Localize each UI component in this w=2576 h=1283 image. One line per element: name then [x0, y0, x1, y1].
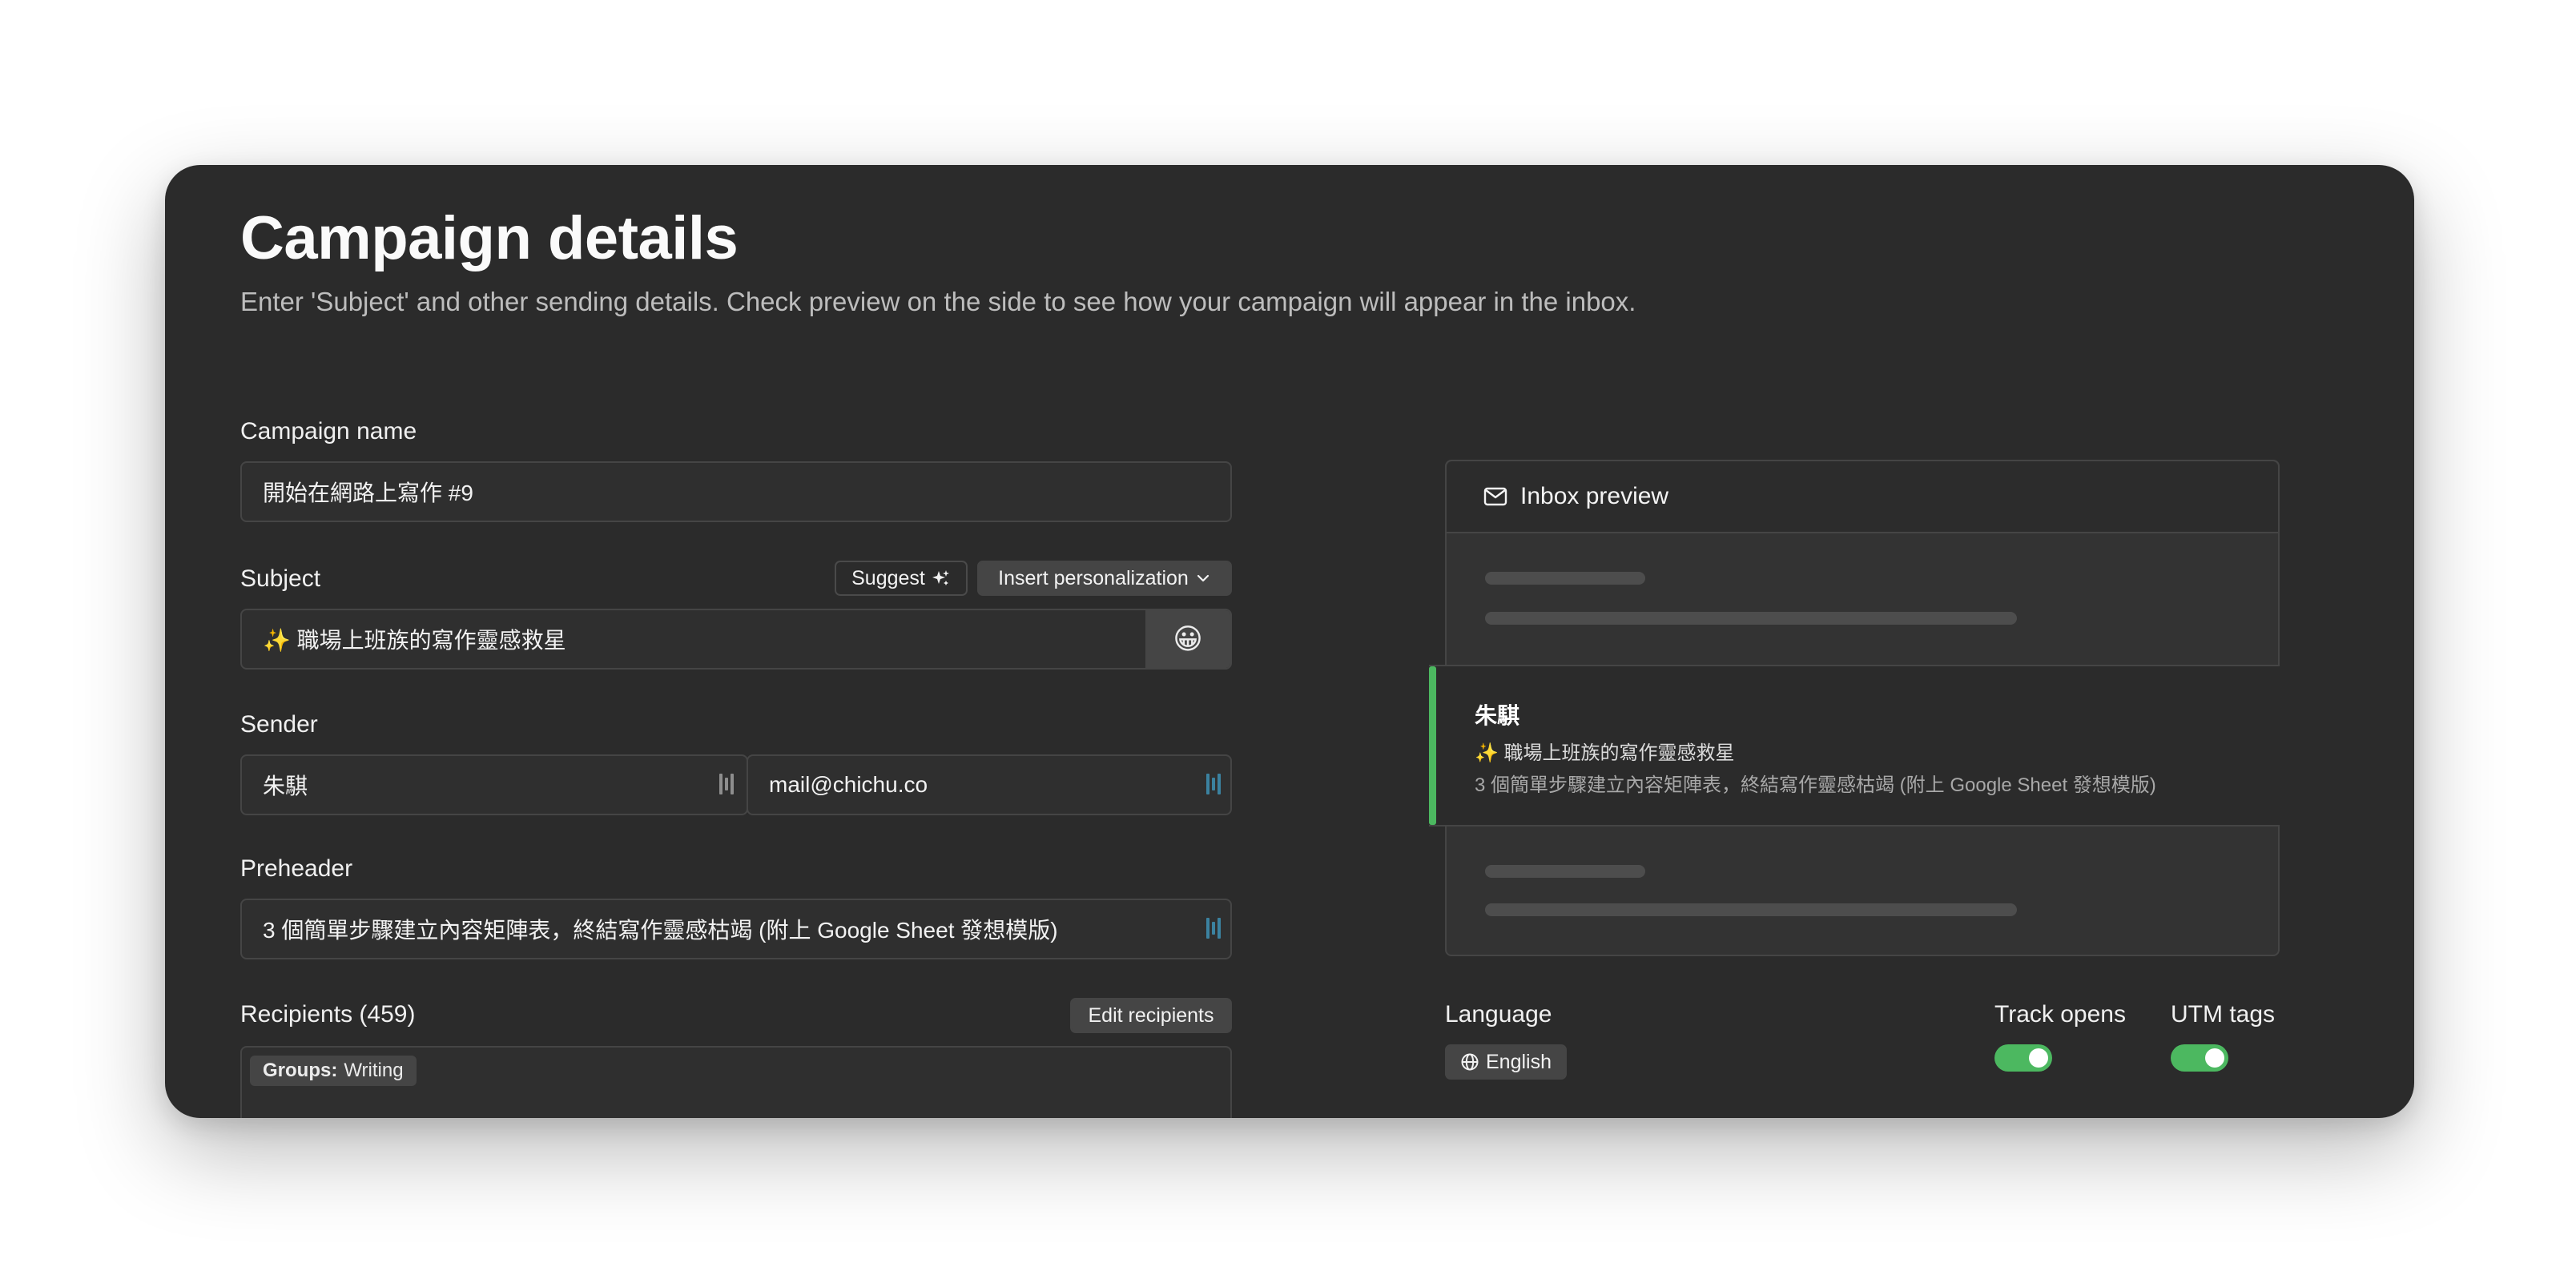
suggest-label: Suggest: [851, 566, 925, 589]
placeholder-mail: [1447, 827, 2278, 958]
subject-label: Subject: [240, 565, 321, 592]
campaign-name-value: 開始在網路上寫作 #9: [263, 481, 473, 505]
edit-recipients-button[interactable]: Edit recipients: [1070, 998, 1232, 1033]
emoji-picker-button[interactable]: 😀: [1145, 610, 1230, 668]
subject-value: ✨ 職場上班族的寫作靈感救星: [263, 628, 566, 653]
selected-accent: [1429, 666, 1436, 825]
edit-recipients-label: Edit recipients: [1088, 1003, 1214, 1027]
sparkle-icon: [932, 570, 949, 585]
page-subtitle: Enter 'Subject' and other sending detail…: [240, 287, 1636, 316]
language-label: Language: [1445, 1001, 1552, 1028]
recipients-box[interactable]: Groups: Writing: [240, 1046, 1232, 1118]
placeholder-bar: [1485, 865, 1645, 878]
utm-tags-toggle[interactable]: [2171, 1044, 2228, 1072]
suggest-button[interactable]: Suggest: [835, 561, 968, 596]
mail-icon: [1483, 487, 1507, 506]
recipient-group-tag[interactable]: Groups: Writing: [250, 1056, 417, 1086]
campaign-name-label: Campaign name: [240, 418, 417, 444]
campaign-details-card: Campaign details Enter 'Subject' and oth…: [165, 165, 2414, 1118]
utm-tags-label: UTM tags: [2171, 1001, 2276, 1028]
sender-name-input[interactable]: 朱騏: [240, 754, 748, 815]
group-value: Writing: [344, 1060, 404, 1081]
sender-email-input[interactable]: mail@chichu.co: [747, 754, 1232, 815]
page-title: Campaign details: [240, 204, 739, 272]
sender-email-value: mail@chichu.co: [769, 772, 928, 797]
inbox-preview: Inbox preview 朱騏 ✨ 職場上班族的寫作靈感救星 3 個簡單步驟建…: [1429, 460, 2280, 958]
sender-name-value: 朱騏: [263, 774, 308, 798]
inbox-preview-header: Inbox preview: [1447, 461, 2278, 533]
merge-tag-icon[interactable]: [1205, 916, 1222, 940]
language-value: English: [1486, 1050, 1552, 1073]
mail-subject: ✨ 職場上班族的寫作靈感救星: [1475, 742, 1735, 764]
placeholder-bar: [1485, 612, 2017, 625]
toggle-knob: [2029, 1048, 2048, 1068]
preheader-label: Preheader: [240, 855, 353, 882]
insert-personalization-label: Insert personalization: [998, 566, 1189, 589]
chevron-down-icon: [1197, 574, 1209, 582]
group-key: Groups:: [263, 1060, 338, 1081]
mail-preview-item: 朱騏 ✨ 職場上班族的寫作靈感救星 3 個簡單步驟建立內容矩陣表，終結寫作靈感枯…: [1429, 665, 2280, 827]
insert-personalization-button[interactable]: Insert personalization: [977, 561, 1232, 596]
inbox-preview-title: Inbox preview: [1520, 483, 1669, 509]
mail-from: 朱騏: [1475, 703, 1520, 728]
subject-input[interactable]: ✨ 職場上班族的寫作靈感救星: [240, 609, 1232, 670]
preheader-input[interactable]: 3 個簡單步驟建立內容矩陣表，終結寫作靈感枯竭 (附上 Google Sheet…: [240, 899, 1232, 959]
track-opens-toggle[interactable]: [1994, 1044, 2052, 1072]
language-select[interactable]: English: [1445, 1044, 1567, 1080]
toggle-knob: [2205, 1048, 2224, 1068]
merge-tag-icon[interactable]: [1205, 772, 1222, 796]
merge-tag-icon[interactable]: [718, 772, 735, 796]
preheader-value: 3 個簡單步驟建立內容矩陣表，終結寫作靈感枯竭 (附上 Google Sheet…: [263, 918, 1058, 943]
placeholder-bar: [1485, 572, 1645, 585]
mail-preheader: 3 個簡單步驟建立內容矩陣表，終結寫作靈感枯竭 (附上 Google Sheet…: [1475, 774, 2156, 796]
placeholder-bar: [1485, 903, 2017, 916]
track-opens-label: Track opens: [1994, 1001, 2126, 1028]
globe-icon: [1461, 1053, 1479, 1071]
campaign-name-input[interactable]: 開始在網路上寫作 #9: [240, 461, 1232, 522]
smiley-icon: 😀: [1173, 622, 1203, 655]
recipients-label: Recipients (459): [240, 1001, 416, 1028]
sender-label: Sender: [240, 711, 318, 738]
placeholder-mail: [1447, 533, 2278, 665]
